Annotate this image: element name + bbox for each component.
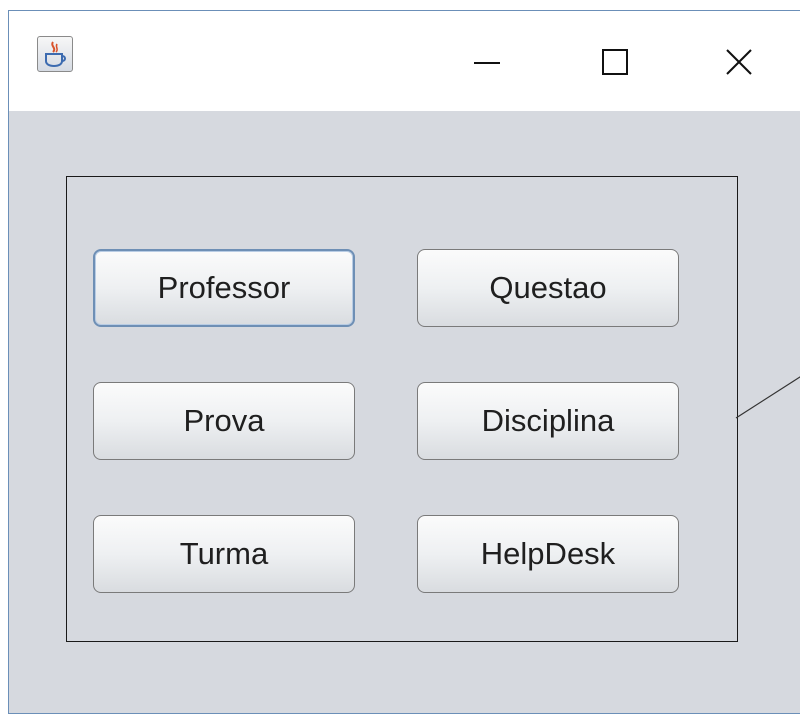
disciplina-button[interactable]: Disciplina: [417, 382, 679, 460]
minimize-button[interactable]: [457, 37, 517, 87]
diagonal-line: [735, 376, 800, 419]
title-bar[interactable]: [9, 11, 800, 111]
turma-button[interactable]: Turma: [93, 515, 355, 593]
close-icon: [726, 49, 752, 75]
helpdesk-button[interactable]: HelpDesk: [417, 515, 679, 593]
java-coffee-icon[interactable]: [37, 36, 73, 72]
app-window: Professor Questao Prova Disciplina Turma…: [8, 10, 800, 714]
maximize-icon: [602, 49, 628, 75]
close-button[interactable]: [709, 37, 769, 87]
minimize-icon: [474, 62, 500, 64]
button-panel: Professor Questao Prova Disciplina Turma…: [66, 176, 738, 642]
prova-button[interactable]: Prova: [93, 382, 355, 460]
questao-button[interactable]: Questao: [417, 249, 679, 327]
professor-button[interactable]: Professor: [93, 249, 355, 327]
maximize-button[interactable]: [585, 37, 645, 87]
